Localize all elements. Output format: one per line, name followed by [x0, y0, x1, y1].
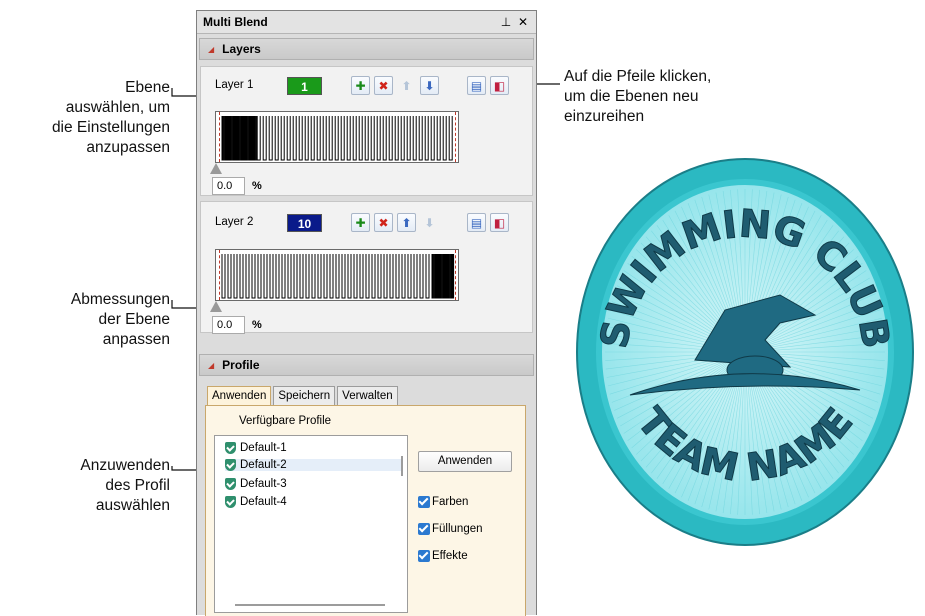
delete-layer-button[interactable]: ✖: [374, 213, 393, 232]
callout-reorder: Auf die Pfeile klicken, um die Ebenen ne…: [564, 68, 712, 125]
stitch-pattern-2: [221, 254, 455, 299]
layer-settings-button[interactable]: ◧: [490, 76, 509, 95]
list-item[interactable]: Default-1: [225, 442, 287, 454]
profile-shield-icon: [225, 442, 236, 454]
callout-select-profile: Anzuwenden des Profil auswählen: [80, 457, 170, 514]
profile-shield-icon: [225, 459, 236, 471]
profile-shield-icon: [225, 496, 236, 508]
checkbox-checked-icon: [418, 496, 430, 508]
pin-icon[interactable]: ⊥: [499, 15, 513, 29]
vertical-scrollbar[interactable]: [401, 456, 403, 476]
callout-adjust-dimensions: Abmessungen der Ebene anpassen: [70, 291, 170, 348]
callout-select-layer: Ebene auswählen, um die Einstellungen an…: [51, 79, 170, 156]
profile-name: Default-1: [240, 442, 287, 454]
profile-list[interactable]: Default-1 Default-2 Default-3 Default-4: [214, 435, 408, 613]
layer-1-stitch-preview[interactable]: [215, 111, 459, 163]
checkbox-label: Effekte: [432, 550, 468, 562]
profile-tab-body: Verfügbare Profile Default-1 Default-2 D…: [205, 405, 526, 616]
layers-header-label: Layers: [222, 42, 261, 56]
layer-2-stitch-preview[interactable]: [215, 249, 459, 301]
profile-shield-icon: [225, 478, 236, 490]
layer-2-name: Layer 2: [215, 216, 254, 228]
tab-speichern[interactable]: Speichern: [273, 386, 336, 405]
tab-anwenden[interactable]: Anwenden: [207, 386, 272, 405]
layer-1-percent-sign: %: [252, 180, 262, 192]
move-down-button[interactable]: ⬇: [420, 213, 439, 232]
panel-titlebar: Multi Blend ⊥ ✕: [197, 11, 536, 34]
layer-1-percent-input[interactable]: 0.0: [212, 177, 245, 195]
checkbox-checked-icon: [418, 550, 430, 562]
layer-properties-button[interactable]: ▤: [467, 76, 486, 95]
layer-properties-button[interactable]: ▤: [467, 213, 486, 232]
profile-name: Default-2: [240, 459, 287, 471]
list-item-selected[interactable]: Default-2: [225, 459, 403, 471]
list-item[interactable]: Default-3: [225, 478, 287, 490]
layer-1-box[interactable]: Layer 1 1 ✚ ✖ ⬆ ⬇ ▤ ◧ 0.0 %: [200, 66, 533, 196]
layer-2-slider-marker[interactable]: [210, 301, 222, 312]
checkbox-label: Farben: [432, 496, 469, 508]
delete-layer-button[interactable]: ✖: [374, 76, 393, 95]
layers-header[interactable]: ◢ Layers: [199, 38, 534, 60]
layer-1-slider-marker[interactable]: [210, 163, 222, 174]
move-up-button[interactable]: ⬆: [397, 213, 416, 232]
profile-tabs: Anwenden Speichern Verwalten: [207, 386, 400, 405]
checkbox-farben[interactable]: Farben: [418, 496, 468, 508]
add-layer-button[interactable]: ✚: [351, 213, 370, 232]
checkbox-label: Füllungen: [432, 523, 483, 535]
layer-2-number-badge: 10: [287, 214, 322, 232]
stitch-pattern-1: [221, 116, 453, 161]
layer-1-name: Layer 1: [215, 79, 254, 91]
list-item[interactable]: Default-4: [225, 496, 287, 508]
multi-blend-panel: Multi Blend ⊥ ✕ ◢ Layers Layer 1 1 ✚ ✖ ⬆…: [196, 10, 537, 616]
profile-header-label: Profile: [222, 358, 260, 372]
embroidery-badge: SWIMMING CLUB TEAM NAME: [576, 158, 914, 546]
available-profiles-label: Verfügbare Profile: [239, 415, 332, 427]
close-icon[interactable]: ✕: [516, 15, 530, 29]
horizontal-scrollbar[interactable]: [235, 604, 385, 606]
tab-verwalten[interactable]: Verwalten: [337, 386, 398, 405]
move-down-button[interactable]: ⬇: [420, 76, 439, 95]
collapse-triangle-icon: ◢: [208, 44, 215, 54]
collapse-triangle-icon: ◢: [208, 360, 215, 370]
profile-name: Default-4: [240, 496, 287, 508]
checkbox-fuellungen[interactable]: Füllungen: [418, 523, 483, 535]
checkbox-effekte[interactable]: Effekte: [418, 550, 468, 562]
layer-2-box[interactable]: Layer 2 10 ✚ ✖ ⬆ ⬇ ▤ ◧ 0.0 %: [200, 201, 533, 334]
panel-title: Multi Blend: [203, 15, 268, 29]
apply-profile-button[interactable]: Anwenden: [418, 451, 512, 472]
add-layer-button[interactable]: ✚: [351, 76, 370, 95]
profile-name: Default-3: [240, 478, 287, 490]
move-up-button[interactable]: ⬆: [397, 76, 416, 95]
layer-1-number-badge: 1: [287, 77, 322, 95]
profile-header[interactable]: ◢ Profile: [199, 354, 534, 376]
layer-2-percent-sign: %: [252, 319, 262, 331]
layer-2-percent-input[interactable]: 0.0: [212, 316, 245, 334]
checkbox-checked-icon: [418, 523, 430, 535]
layer-settings-button[interactable]: ◧: [490, 213, 509, 232]
